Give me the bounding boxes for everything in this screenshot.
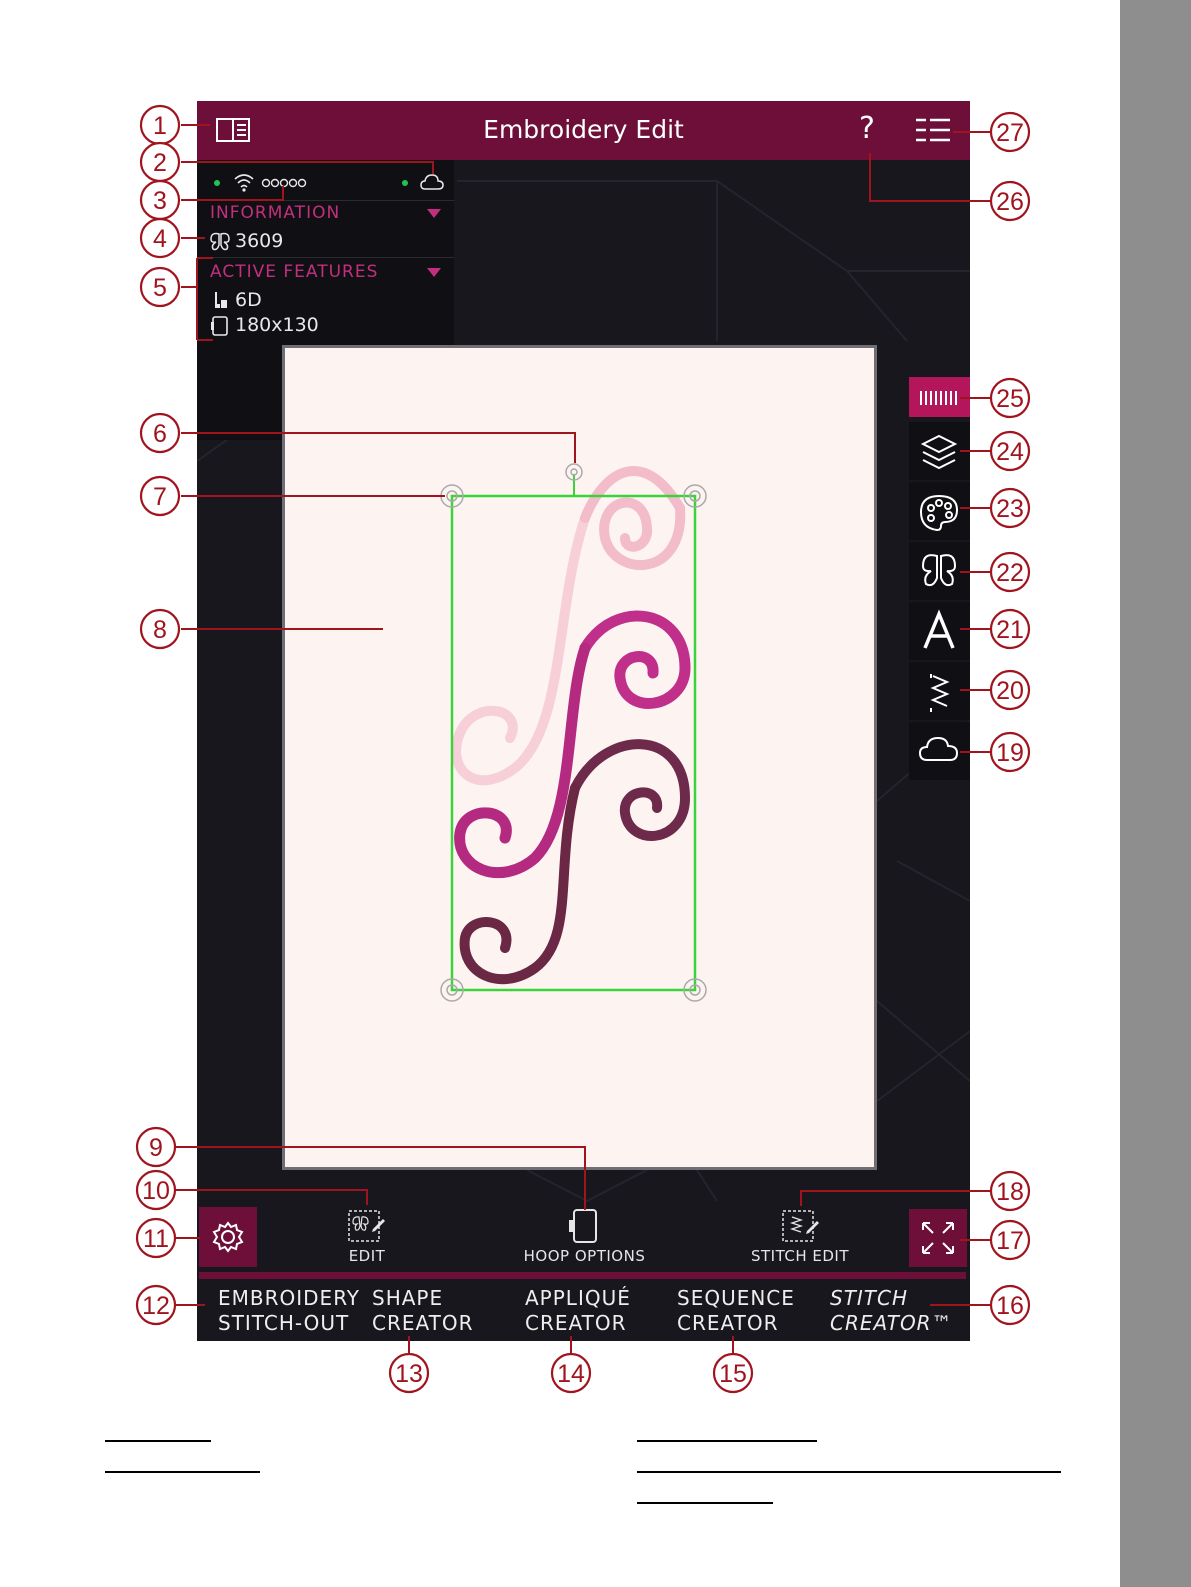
callout-9: 9 [149,1134,163,1162]
callout-13: 13 [395,1360,423,1388]
callout-24: 24 [996,438,1024,466]
callout-16: 16 [996,1292,1024,1320]
callout-6: 6 [153,420,167,448]
callout-12: 12 [142,1292,170,1320]
callout-18: 18 [996,1178,1024,1206]
callout-20: 20 [996,677,1024,705]
callout-17: 17 [996,1227,1024,1255]
callout-2: 2 [153,149,167,177]
callout-overlay: 1 2 3 4 5 6 7 8 9 10 11 12 13 14 15 16 1… [135,104,1031,1394]
callout-10: 10 [142,1177,170,1205]
callout-26: 26 [996,188,1024,216]
blank-line [637,1471,1061,1473]
callout-19: 19 [996,739,1024,767]
callout-5: 5 [153,274,167,302]
blank-line [105,1471,260,1473]
blank-line [105,1440,211,1442]
callout-3: 3 [153,187,167,215]
callout-1: 1 [153,112,167,140]
blank-line [637,1440,817,1442]
callout-8: 8 [153,616,167,644]
callout-22: 22 [996,559,1024,587]
callout-7: 7 [153,483,167,511]
callout-27: 27 [996,119,1024,147]
callout-25: 25 [996,385,1024,413]
callout-15: 15 [719,1360,747,1388]
callout-21: 21 [996,616,1024,644]
blank-line [637,1502,773,1504]
callout-11: 11 [143,1225,169,1253]
callout-23: 23 [996,495,1024,523]
callout-14: 14 [557,1360,585,1388]
callout-4: 4 [153,225,167,253]
